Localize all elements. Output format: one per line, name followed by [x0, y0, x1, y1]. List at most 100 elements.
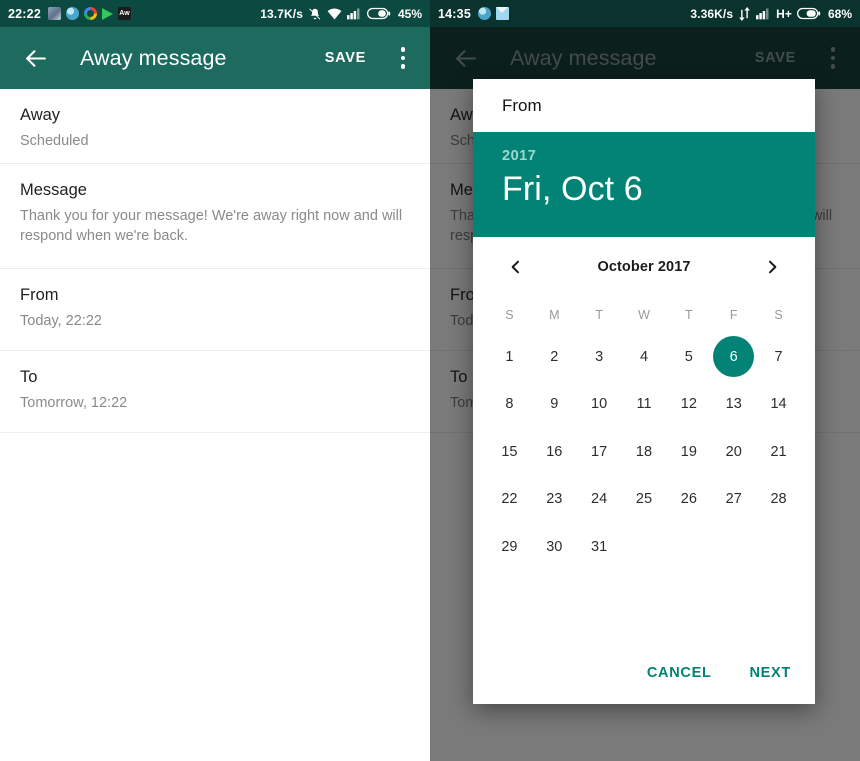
- calendar-day-6[interactable]: 6: [711, 333, 756, 381]
- status-notification-icons: [477, 7, 509, 20]
- screenshot-root: 22:22 Aw 13.7K/s 45% Away message SAVE A…: [0, 0, 860, 761]
- settings-row-away[interactable]: Away Scheduled: [0, 89, 430, 164]
- calendar-day-4[interactable]: 4: [622, 333, 667, 381]
- calendar-day-15[interactable]: 15: [487, 428, 532, 476]
- calendar-day-2[interactable]: 2: [532, 333, 577, 381]
- calendar-day-label: 1: [505, 348, 514, 365]
- calendar-day-label: 24: [591, 491, 608, 508]
- right-status-bar: 14:35 3.36K/s H+ 68%: [430, 0, 860, 27]
- calendar-day-26[interactable]: 26: [666, 476, 711, 524]
- mute-icon: [308, 7, 322, 21]
- calendar-day-18[interactable]: 18: [622, 428, 667, 476]
- calendar-month-label: October 2017: [597, 259, 691, 275]
- calendar-day-label: 10: [591, 396, 608, 413]
- cancel-button[interactable]: CANCEL: [645, 659, 714, 687]
- status-system-icons: 3.36K/s H+ 68%: [690, 6, 852, 21]
- selected-date-label[interactable]: Fri, Oct 6: [502, 170, 815, 209]
- calendar-day-3[interactable]: 3: [577, 333, 622, 381]
- calendar-day-label: 7: [774, 348, 783, 365]
- row-subtitle: Scheduled: [20, 132, 89, 149]
- calendar-weekday-header: SMTWTFS: [487, 297, 801, 333]
- google-icon: [83, 7, 97, 20]
- calendar-day-22[interactable]: 22: [487, 476, 532, 524]
- calendar-day-21[interactable]: 21: [756, 428, 801, 476]
- calendar-day-9[interactable]: 9: [532, 381, 577, 429]
- browser-icon: [477, 7, 491, 20]
- calendar-day-23[interactable]: 23: [532, 476, 577, 524]
- calendar-day-label: 16: [546, 443, 563, 460]
- status-notification-icons: Aw: [47, 7, 131, 20]
- settings-row-from[interactable]: From Today, 22:22: [0, 269, 430, 351]
- battery-icon: [366, 7, 391, 20]
- chevron-left-icon[interactable]: [501, 252, 531, 282]
- calendar-day-label: 31: [591, 538, 608, 555]
- row-title: To: [20, 368, 38, 386]
- calendar-day-label: 14: [770, 396, 787, 413]
- calendar-day-5[interactable]: 5: [666, 333, 711, 381]
- row-title: Message: [20, 181, 87, 199]
- calendar-day-19[interactable]: 19: [666, 428, 711, 476]
- gallery-icon: [47, 7, 61, 20]
- browser-icon: [65, 7, 79, 20]
- calendar-day-label: 29: [501, 538, 518, 555]
- calendar-day-1[interactable]: 1: [487, 333, 532, 381]
- weekday-header-4: T: [685, 308, 693, 322]
- save-button[interactable]: SAVE: [325, 50, 366, 66]
- calendar-day-10[interactable]: 10: [577, 381, 622, 429]
- calendar-day-24[interactable]: 24: [577, 476, 622, 524]
- calendar-day-label: 26: [680, 491, 697, 508]
- calendar-day-label: 19: [680, 443, 697, 460]
- calendar-day-label: 20: [725, 443, 742, 460]
- network-speed-label: 13.7K/s: [260, 6, 303, 21]
- calendar-day-28[interactable]: 28: [756, 476, 801, 524]
- calendar-day-16[interactable]: 16: [532, 428, 577, 476]
- app-icon: Aw: [117, 7, 131, 20]
- calendar-day-label: 17: [591, 443, 608, 460]
- weekday-header-2: T: [595, 308, 603, 322]
- data-transfer-icon: [738, 6, 751, 21]
- selected-year[interactable]: 2017: [502, 148, 815, 164]
- calendar-day-14[interactable]: 14: [756, 381, 801, 429]
- calendar-day-label: 22: [501, 491, 518, 508]
- calendar-day-label: 11: [636, 396, 652, 413]
- calendar-day-12[interactable]: 12: [666, 381, 711, 429]
- calendar-day-label: 4: [639, 348, 649, 365]
- calendar-day-25[interactable]: 25: [622, 476, 667, 524]
- signal-icon: [346, 7, 362, 20]
- left-settings-list: Away Scheduled Message Thank you for you…: [0, 89, 430, 433]
- back-arrow-icon[interactable]: [18, 41, 52, 75]
- row-title: Away: [20, 106, 61, 124]
- calendar-day-31[interactable]: 31: [577, 523, 622, 571]
- row-subtitle: Today, 22:22: [20, 312, 102, 329]
- network-speed-label: 3.36K/s: [690, 6, 734, 21]
- next-button[interactable]: NEXT: [748, 659, 793, 687]
- signal-icon: [756, 7, 771, 20]
- calendar-day-29[interactable]: 29: [487, 523, 532, 571]
- settings-row-to[interactable]: To Tomorrow, 12:22: [0, 351, 430, 433]
- status-system-icons: 13.7K/s 45%: [260, 7, 422, 21]
- date-picker-header: 2017 Fri, Oct 6: [473, 132, 815, 237]
- weekday-header-0: S: [505, 308, 514, 322]
- calendar-day-8[interactable]: 8: [487, 381, 532, 429]
- row-subtitle: Tomorrow, 12:22: [20, 394, 128, 411]
- calendar-day-label: 2: [550, 348, 559, 365]
- calendar-day-20[interactable]: 20: [711, 428, 756, 476]
- calendar-day-27[interactable]: 27: [711, 476, 756, 524]
- battery-icon: [796, 7, 821, 20]
- row-title: From: [20, 286, 59, 304]
- calendar-day-label: 28: [770, 491, 787, 508]
- left-status-bar: 22:22 Aw 13.7K/s 45%: [0, 0, 430, 27]
- calendar-day-11[interactable]: 11: [622, 381, 667, 429]
- play-store-icon: [101, 7, 113, 20]
- calendar-day-13[interactable]: 13: [711, 381, 756, 429]
- calendar: October 2017 SMTWTFS 1 2 3 4 5 6 7 8 9 10 11 12 13 14…: [473, 237, 815, 642]
- date-picker-dialog: From 2017 Fri, Oct 6 October 2017 S M T …: [473, 79, 815, 704]
- calendar-day-label: 13: [725, 396, 742, 413]
- calendar-day-7[interactable]: 7: [756, 333, 801, 381]
- calendar-day-30[interactable]: 30: [532, 523, 577, 571]
- calendar-day-label: 9: [550, 396, 559, 413]
- calendar-day-17[interactable]: 17: [577, 428, 622, 476]
- more-vertical-icon[interactable]: [388, 36, 418, 80]
- settings-row-message[interactable]: Message Thank you for your message! We'r…: [0, 164, 430, 269]
- chevron-right-icon[interactable]: [757, 252, 787, 282]
